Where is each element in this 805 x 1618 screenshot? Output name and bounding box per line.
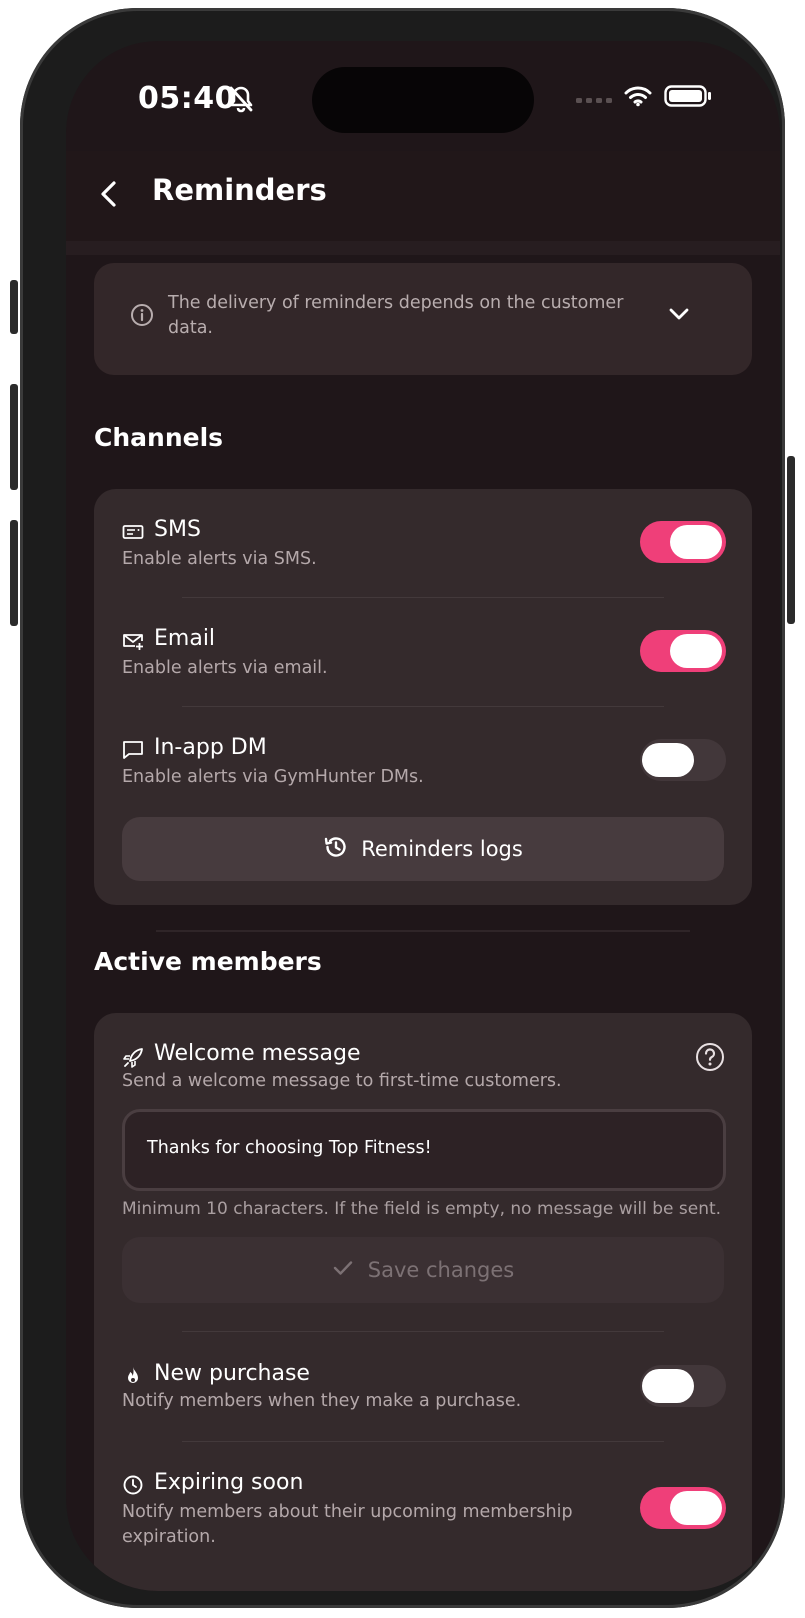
- welcome-message-input[interactable]: Thanks for choosing Top Fitness!: [122, 1109, 726, 1191]
- email-title: Email: [154, 626, 216, 651]
- reminders-logs-button[interactable]: Reminders logs: [122, 817, 724, 881]
- app-header: Reminders: [66, 151, 780, 255]
- bell-muted-icon: [228, 85, 254, 117]
- reminders-logs-label: Reminders logs: [361, 837, 523, 861]
- save-changes-label: Save changes: [367, 1258, 515, 1282]
- welcome-message-title: Welcome message: [154, 1041, 361, 1066]
- row-separator: [182, 1331, 664, 1332]
- in-app-dm-toggle[interactable]: [640, 739, 726, 781]
- phone-frame: 05:40 Reminders The delivery of reminder…: [20, 8, 785, 1608]
- new-purchase-subtitle: Notify members when they make a purchase…: [122, 1391, 522, 1411]
- sms-icon: [122, 523, 144, 547]
- in-app-dm-subtitle: Enable alerts via GymHunter DMs.: [122, 767, 424, 787]
- phone-volume-up-button: [10, 384, 18, 490]
- app-content: 05:40 Reminders The delivery of reminder…: [66, 41, 780, 1591]
- screen: 05:40 Reminders The delivery of reminder…: [66, 41, 780, 1591]
- help-icon[interactable]: [694, 1041, 726, 1077]
- checkmark-icon: [332, 1258, 354, 1282]
- row-separator: [182, 706, 664, 707]
- active-members-card: Welcome message Send a welcome message t…: [94, 1013, 752, 1591]
- status-time: 05:40: [138, 81, 236, 116]
- info-banner[interactable]: The delivery of reminders depends on the…: [94, 263, 752, 375]
- in-app-dm-title: In-app DM: [154, 735, 267, 760]
- flame-icon: [122, 1365, 144, 1391]
- battery-icon: [664, 85, 712, 111]
- back-arrow-icon[interactable]: [96, 179, 124, 209]
- rocket-icon: [122, 1047, 144, 1073]
- toggle-knob: [670, 634, 722, 668]
- email-icon: [122, 631, 144, 655]
- history-icon: [323, 834, 349, 865]
- section-divider: [156, 930, 690, 932]
- toggle-knob: [670, 1491, 722, 1525]
- status-icons: [576, 85, 712, 111]
- channels-card: SMS Enable alerts via SMS. Email Enable …: [94, 489, 752, 905]
- welcome-message-subtitle: Send a welcome message to first-time cus…: [122, 1071, 562, 1091]
- new-purchase-title: New purchase: [154, 1361, 310, 1386]
- chevron-down-icon[interactable]: [668, 306, 690, 326]
- dynamic-island: [312, 67, 534, 133]
- row-separator: [182, 597, 664, 598]
- expiring-soon-subtitle: Notify members about their upcoming memb…: [122, 1502, 573, 1547]
- chat-icon: [122, 740, 144, 764]
- active-members-section-title: Active members: [94, 947, 322, 976]
- toggle-knob: [642, 743, 694, 777]
- toggle-knob: [642, 1369, 694, 1403]
- expiring-soon-toggle[interactable]: [640, 1487, 726, 1529]
- cellular-icon: [576, 89, 612, 108]
- new-purchase-toggle[interactable]: [640, 1365, 726, 1407]
- wifi-icon: [624, 85, 652, 111]
- email-subtitle: Enable alerts via email.: [122, 658, 328, 678]
- phone-power-button: [787, 456, 795, 624]
- page-title: Reminders: [152, 173, 327, 207]
- email-toggle[interactable]: [640, 630, 726, 672]
- toggle-knob: [670, 525, 722, 559]
- clock-icon: [122, 1474, 144, 1500]
- expiring-soon-title: Expiring soon: [154, 1470, 304, 1495]
- sms-subtitle: Enable alerts via SMS.: [122, 549, 317, 569]
- welcome-message-hint: Minimum 10 characters. If the field is e…: [122, 1199, 722, 1219]
- row-separator: [182, 1441, 664, 1442]
- info-banner-text: The delivery of reminders depends on the…: [168, 293, 624, 338]
- welcome-message-value: Thanks for choosing Top Fitness!: [147, 1138, 432, 1158]
- phone-action-button: [10, 280, 18, 334]
- phone-volume-down-button: [10, 520, 18, 626]
- info-icon: [130, 303, 154, 331]
- save-changes-button[interactable]: Save changes: [122, 1237, 724, 1303]
- sms-toggle[interactable]: [640, 521, 726, 563]
- sms-title: SMS: [154, 517, 201, 542]
- channels-section-title: Channels: [94, 423, 224, 452]
